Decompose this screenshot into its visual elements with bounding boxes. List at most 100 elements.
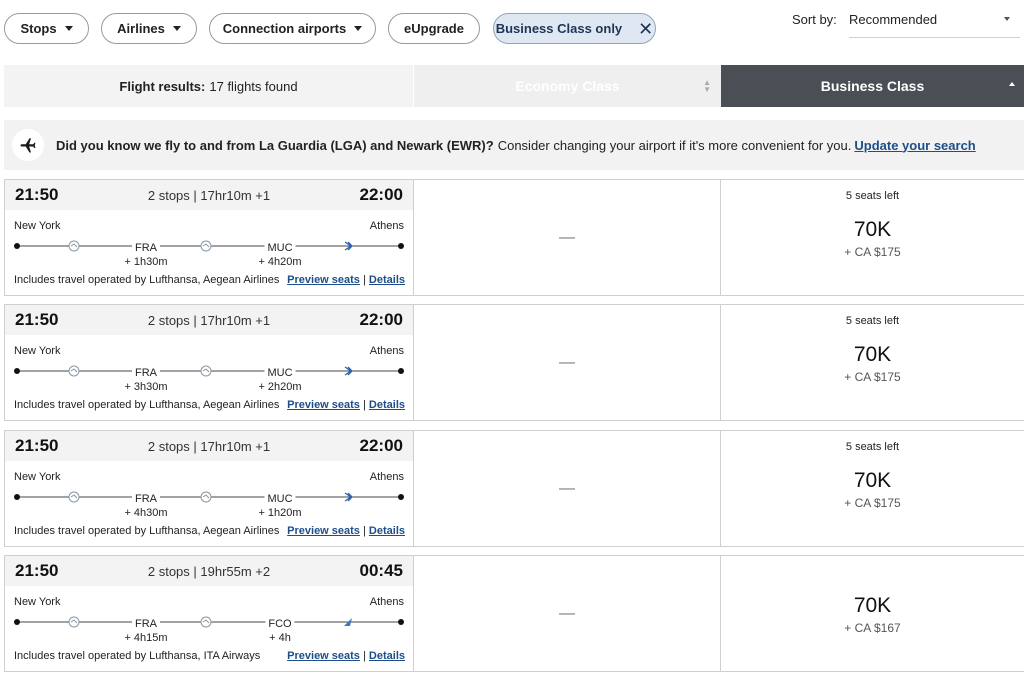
airport-notice: Did you know we fly to and from La Guard…: [4, 120, 1024, 170]
flight-card[interactable]: 21:50 2 stops | 19hr55m +2 00:45 New Yor…: [4, 555, 414, 672]
origin-city: New York: [14, 220, 61, 232]
seats-left: 5 seats left: [845, 190, 900, 202]
business-fare-cell[interactable]: 5 seats left 70K + CA $175: [721, 430, 1024, 547]
business-fare-cell[interactable]: 5 seats left 70K + CA $175: [721, 179, 1024, 296]
stop1-layover: + 4h15m: [124, 632, 168, 644]
business-fee: + CA $175: [844, 496, 901, 510]
route-diagram: FRA + 1h30m MUC + 4h20m: [13, 234, 405, 274]
arrival-time: 22:00: [359, 436, 403, 455]
stop1-layover: + 3h30m: [124, 381, 168, 393]
business-price: 70K: [853, 594, 892, 617]
business-fare-cell[interactable]: 70K + CA $167: [721, 555, 1024, 672]
sort-label: Sort by:: [792, 12, 837, 27]
business-price: 70K: [853, 469, 892, 492]
flight-times-bar: 21:50 2 stops | 17hr10m +1 22:00: [5, 180, 413, 210]
flight-card[interactable]: 21:50 2 stops | 17hr10m +1 22:00 New Yor…: [4, 430, 414, 547]
sort-control: Sort by: Recommended: [792, 12, 1020, 38]
results-summary: Flight results: 17 flights found: [4, 65, 413, 107]
update-search-link[interactable]: Update your search: [854, 138, 975, 153]
flight-card[interactable]: 21:50 2 stops | 17hr10m +1 22:00 New Yor…: [4, 304, 414, 421]
origin-city: New York: [14, 345, 61, 357]
stop1-code: FRA: [132, 367, 160, 379]
notice-text: Consider changing your airport if it's m…: [497, 137, 852, 153]
airlines-filter-label: Airlines: [117, 21, 165, 36]
stops-duration: 2 stops | 17hr10m +1: [147, 188, 271, 203]
eupgrade-filter-label: eUpgrade: [404, 21, 464, 36]
operated-by-text: Includes travel operated by Lufthansa, A…: [14, 399, 280, 411]
stop2-layover: + 2h20m: [258, 381, 302, 393]
stop2-code: MUC: [264, 367, 296, 379]
business-price: 70K: [853, 343, 892, 366]
economy-fare-unavailable: —: [559, 479, 575, 497]
business-class-only-filter-chip[interactable]: Business Class only ✕: [493, 13, 656, 44]
origin-city: New York: [14, 471, 61, 483]
business-fee: + CA $167: [844, 621, 901, 635]
airlines-filter-button[interactable]: Airlines: [101, 13, 197, 44]
flight-times-bar: 21:50 2 stops | 19hr55m +2 00:45: [5, 556, 413, 586]
seats-left: 5 seats left: [845, 315, 900, 327]
flight-links: Preview seats | Details: [287, 650, 405, 662]
details-link[interactable]: Details: [369, 399, 405, 411]
origin-city: New York: [14, 596, 61, 608]
flight-times-bar: 21:50 2 stops | 17hr10m +1 22:00: [5, 431, 413, 461]
arrival-time: 22:00: [359, 310, 403, 329]
details-link[interactable]: Details: [369, 525, 405, 537]
stop1-layover: + 1h30m: [124, 256, 168, 268]
arrival-time: 22:00: [359, 185, 403, 204]
stop2-layover: + 1h20m: [258, 507, 302, 519]
flight-row: 21:50 2 stops | 17hr10m +1 22:00 New Yor…: [4, 304, 1024, 421]
preview-seats-link[interactable]: Preview seats: [287, 650, 360, 662]
business-fare-cell[interactable]: 5 seats left 70K + CA $175: [721, 304, 1024, 421]
sort-select[interactable]: Recommended: [849, 12, 1020, 38]
details-link[interactable]: Details: [369, 650, 405, 662]
destination-city: Athens: [369, 345, 404, 357]
preview-seats-link[interactable]: Preview seats: [287, 525, 360, 537]
results-count: 17 flights found: [209, 78, 298, 94]
results-label: Flight results:: [119, 78, 206, 94]
stop2-code: FCO: [265, 618, 295, 630]
stop1-code: FRA: [132, 242, 160, 254]
business-fee: + CA $175: [844, 245, 901, 259]
details-link[interactable]: Details: [369, 274, 405, 286]
route-diagram: FRA + 4h15m FCO + 4h: [13, 610, 405, 650]
preview-seats-link[interactable]: Preview seats: [287, 274, 360, 286]
economy-fare-cell: —: [414, 430, 721, 547]
plane-icon: [12, 129, 44, 161]
flight-times-bar: 21:50 2 stops | 17hr10m +1 22:00: [5, 305, 413, 335]
flight-card[interactable]: 21:50 2 stops | 17hr10m +1 22:00 New Yor…: [4, 179, 414, 296]
destination-city: Athens: [369, 220, 404, 232]
economy-class-column-header[interactable]: Economy Class ▲ ▼: [414, 65, 721, 107]
arrival-time: 00:45: [359, 561, 403, 580]
operated-by-text: Includes travel operated by Lufthansa, A…: [14, 525, 280, 537]
economy-fare-cell: —: [414, 179, 721, 296]
stop2-layover: + 4h20m: [258, 256, 302, 268]
flight-links: Preview seats | Details: [287, 525, 405, 537]
business-class-only-label: Business Class only: [495, 21, 623, 36]
flight-row: 21:50 2 stops | 17hr10m +1 22:00 New Yor…: [4, 430, 1024, 547]
chevron-down-icon: [172, 26, 181, 31]
close-icon[interactable]: ✕: [638, 20, 653, 38]
chevron-down-icon: [64, 26, 73, 31]
economy-fare-unavailable: —: [559, 604, 575, 622]
flight-row: 21:50 2 stops | 17hr10m +1 22:00 New Yor…: [4, 179, 1024, 296]
flight-links: Preview seats | Details: [287, 399, 405, 411]
connection-airports-filter-button[interactable]: Connection airports: [209, 13, 376, 44]
connection-airports-filter-label: Connection airports: [222, 21, 347, 36]
stop2-layover: + 4h: [269, 632, 291, 644]
destination-city: Athens: [369, 471, 404, 483]
stops-duration: 2 stops | 17hr10m +1: [147, 439, 271, 454]
chevron-down-icon: [354, 26, 363, 31]
seats-left: 5 seats left: [845, 441, 900, 453]
eupgrade-filter-button[interactable]: eUpgrade: [388, 13, 480, 44]
operated-by-text: Includes travel operated by Lufthansa, I…: [14, 650, 261, 662]
economy-fare-cell: —: [414, 555, 721, 672]
sort-arrows-icon: ▲ ▼: [703, 78, 711, 94]
business-class-column-header[interactable]: Business Class: [721, 65, 1024, 107]
stops-filter-button[interactable]: Stops: [4, 13, 89, 44]
notice-bold-text: Did you know we fly to and from La Guard…: [56, 137, 494, 153]
stop2-code: MUC: [264, 493, 296, 505]
operated-by-text: Includes travel operated by Lufthansa, A…: [14, 274, 280, 286]
sort-value: Recommended: [849, 12, 938, 27]
economy-fare-cell: —: [414, 304, 721, 421]
preview-seats-link[interactable]: Preview seats: [287, 399, 360, 411]
